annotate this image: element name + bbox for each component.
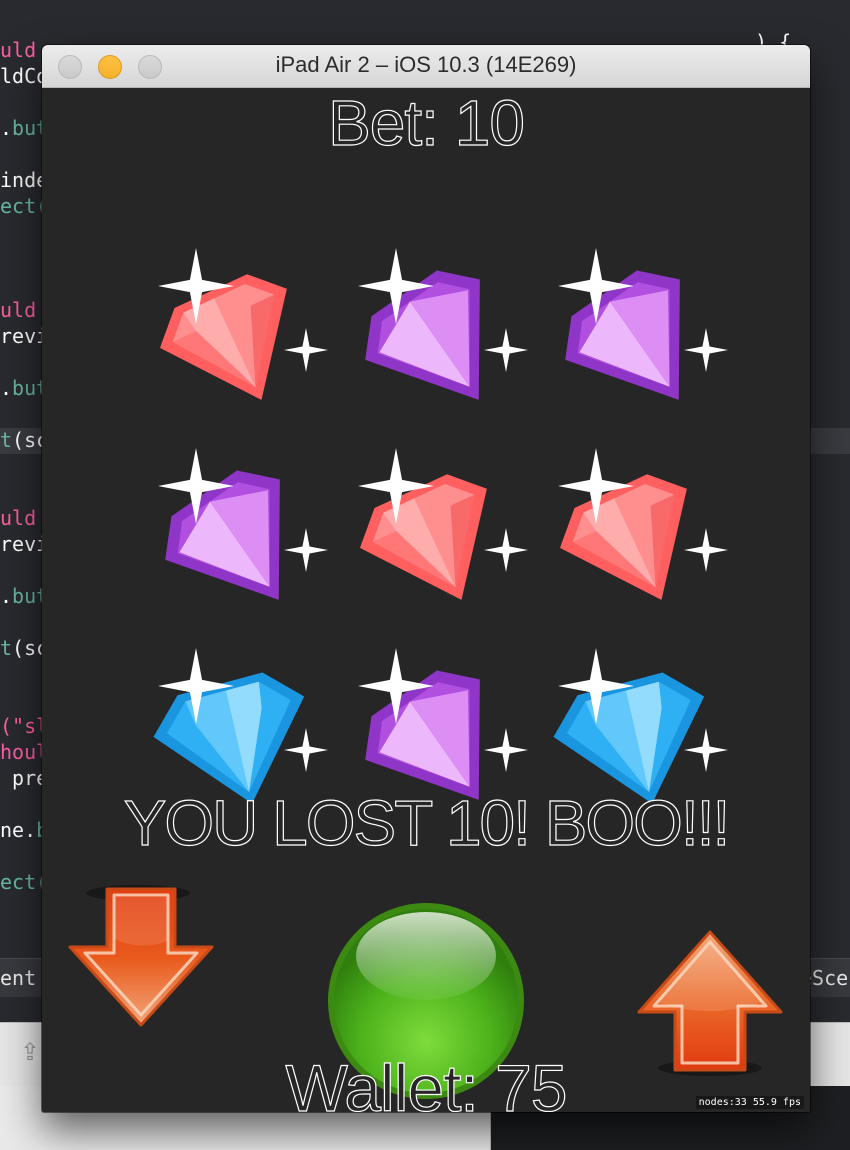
purple-gem-icon — [358, 248, 528, 400]
slot-gem — [534, 446, 734, 626]
code-token: revi — [0, 532, 49, 556]
code-line: uld — [0, 298, 36, 322]
slot-gem — [334, 446, 534, 626]
code-line: .but — [0, 376, 48, 400]
code-token: . — [0, 584, 13, 608]
code-line: ("sl — [0, 714, 48, 738]
code-line: ect( — [0, 194, 48, 218]
window-title: iPad Air 2 – iOS 10.3 (14E269) — [275, 52, 577, 77]
code-line: revi — [0, 324, 48, 348]
slot-gem — [134, 446, 334, 626]
code-token: . — [0, 376, 13, 400]
red-gem-icon — [358, 448, 528, 600]
code-token: pre — [0, 766, 49, 790]
red-gem-icon — [558, 448, 728, 600]
code-token: ldCo — [0, 64, 49, 88]
code-line: uld — [0, 38, 36, 62]
fps-stats: nodes:33 55.9 fps — [695, 1096, 804, 1109]
code-line: ect( — [0, 870, 48, 894]
code-token: revi — [0, 324, 49, 348]
slot-gem — [334, 246, 534, 426]
result-label: YOU LOST 10! BOO!!! — [123, 786, 731, 859]
bet-label: Bet: 10 — [327, 88, 525, 160]
code-token: ne. — [0, 818, 37, 842]
code-token: uld — [0, 38, 37, 62]
code-line: .but — [0, 116, 48, 140]
code-line: houl — [0, 740, 48, 764]
slot-gem — [134, 246, 334, 426]
code-line: t(sc — [0, 428, 48, 452]
down-arrow-icon — [68, 885, 214, 1027]
decrease-bet-button[interactable] — [66, 883, 216, 1031]
code-token: . — [0, 116, 13, 140]
window-titlebar[interactable]: iPad Air 2 – iOS 10.3 (14E269) — [42, 45, 810, 88]
code-line: ne.b — [0, 818, 48, 842]
code-token: uld — [0, 298, 37, 322]
purple-gem-icon — [558, 248, 728, 400]
code-token: t — [0, 636, 13, 660]
code-line: t(sc — [0, 636, 48, 660]
code-line: uld — [0, 506, 36, 530]
purple-gem-icon — [158, 448, 328, 600]
code-line: .but — [0, 584, 48, 608]
simulator-window: iPad Air 2 – iOS 10.3 (14E269) Bet: 10 Y… — [42, 45, 810, 1112]
red-gem-icon — [158, 248, 328, 400]
code-token: houl — [0, 740, 49, 764]
game-screen[interactable]: Bet: 10 YOU LOST 10! BOO!!! Wallet: 75 n… — [42, 88, 810, 1112]
code-token: ("sl — [0, 714, 49, 738]
status-left-text: ent — [0, 966, 37, 990]
code-line: inde — [0, 168, 48, 192]
code-token: inde — [0, 168, 49, 192]
code-line: pre — [0, 766, 48, 790]
code-token: ect( — [0, 194, 49, 218]
code-line: revi — [0, 532, 48, 556]
code-token: uld — [0, 506, 37, 530]
slot-gem — [534, 246, 734, 426]
code-line: ldCo — [0, 64, 48, 88]
code-token: t — [0, 428, 13, 452]
code-token: ect( — [0, 870, 49, 894]
